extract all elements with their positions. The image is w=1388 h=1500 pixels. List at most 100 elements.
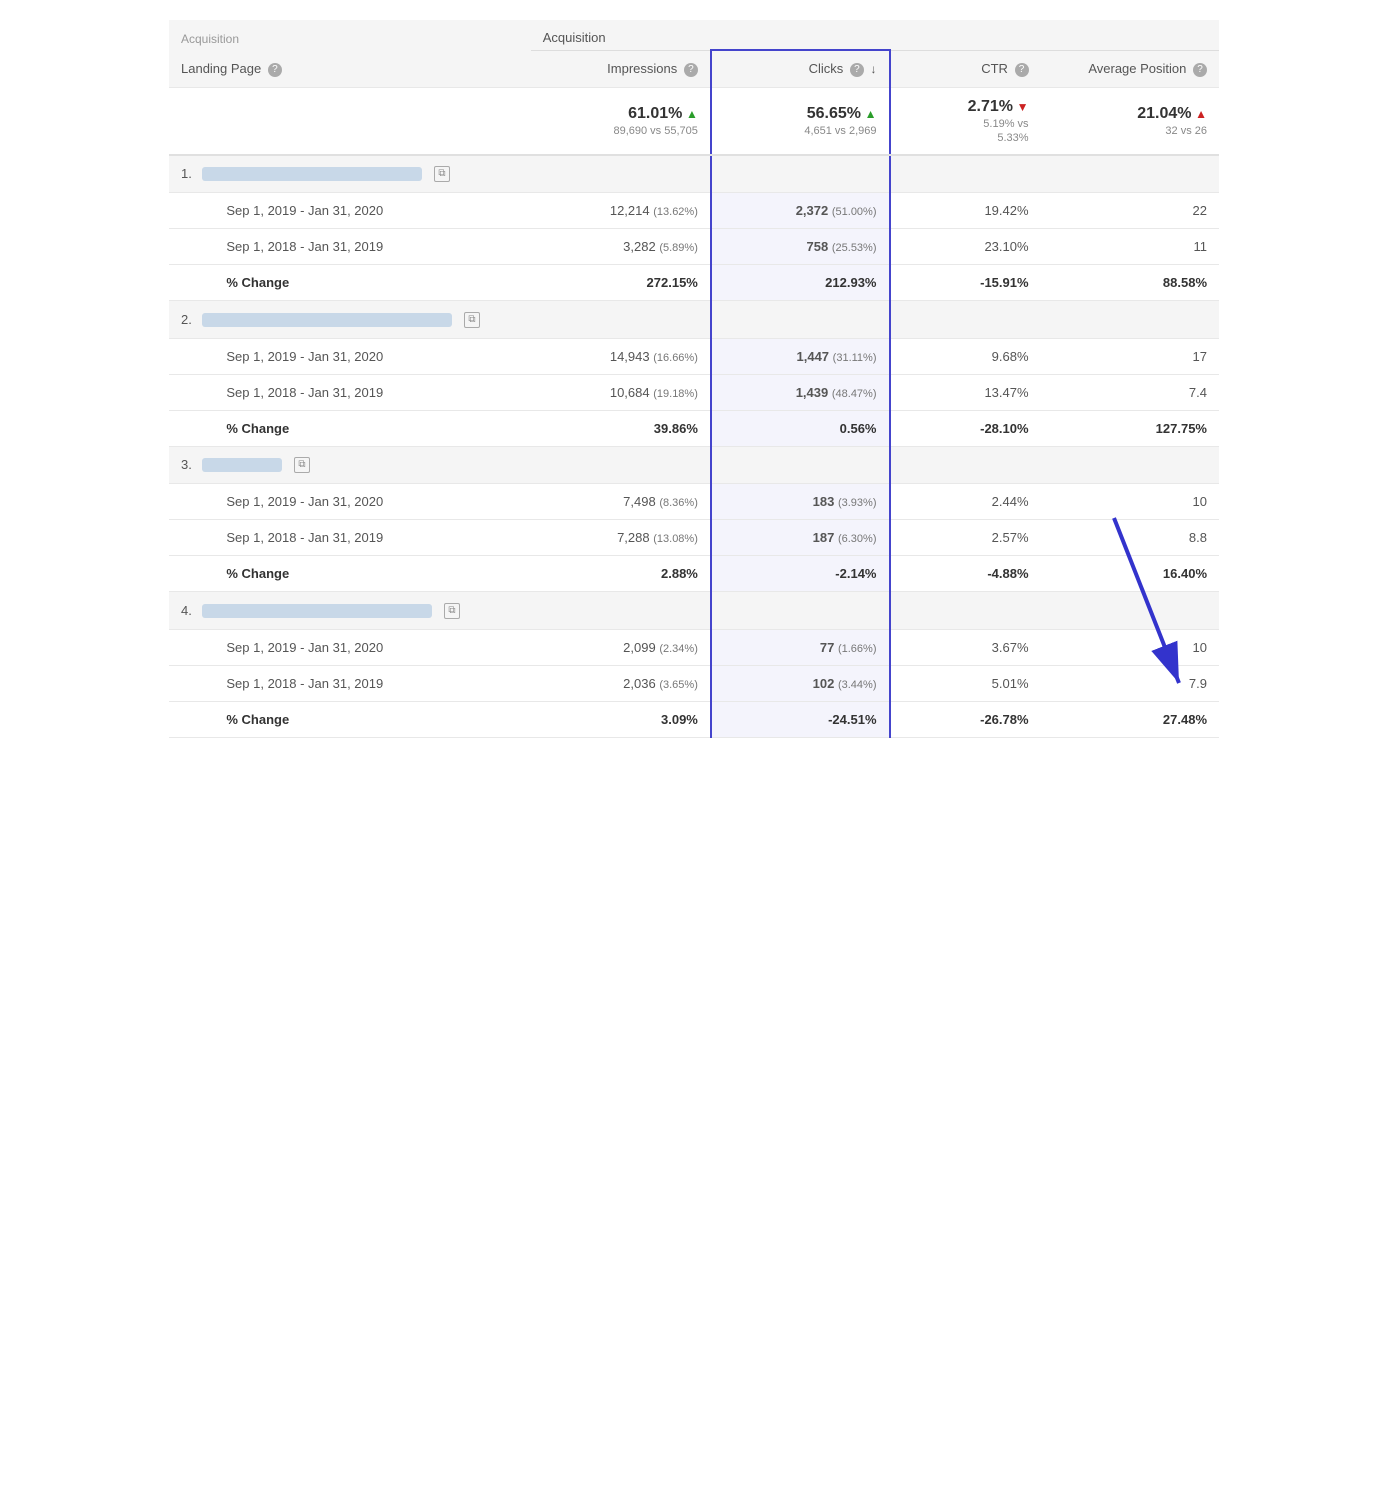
acquisition-header-label: Acquisition <box>181 32 519 46</box>
row-4-ctr-blank <box>890 592 1041 630</box>
row-4-date2-ctr: 5.01% <box>890 665 1041 701</box>
row-index-2: 2. <box>169 301 198 339</box>
landing-page-help-icon[interactable]: ? <box>268 63 282 77</box>
summary-impressions: 61.01% ▲ 89,690 vs 55,705 <box>531 87 711 155</box>
row-4-date1-label: Sep 1, 2019 - Jan 31, 2020 <box>198 629 530 665</box>
row-3-impressions-blank <box>531 446 711 484</box>
copy-icon-2[interactable]: ⧉ <box>464 312 480 328</box>
table-row: % Change 2.88% -2.14% -4.88% 16.40% <box>169 556 1219 592</box>
row-1-date1-clicks: 2,372 (51.00%) <box>711 193 890 229</box>
row-2-impressions-blank <box>531 301 711 339</box>
row-1-date2-impressions: 3,282 (5.89%) <box>531 229 711 265</box>
copy-icon-1[interactable]: ⧉ <box>434 166 450 182</box>
row-1-date1-impressions: 12,214 (13.62%) <box>531 193 711 229</box>
row-3-change-impressions: 2.88% <box>531 556 711 592</box>
row-1-landing-page: ⧉ <box>198 155 530 193</box>
row-2-change-ctr: -28.10% <box>890 410 1041 446</box>
table-row: Sep 1, 2018 - Jan 31, 2019 10,684 (19.18… <box>169 374 1219 410</box>
row-3-change-clicks: -2.14% <box>711 556 890 592</box>
row-4-change-impressions: 3.09% <box>531 701 711 737</box>
row-1-change-clicks: 212.93% <box>711 265 890 301</box>
row-3-change-avg: 16.40% <box>1041 556 1219 592</box>
blurred-url-4 <box>202 604 432 618</box>
table-row: Sep 1, 2019 - Jan 31, 2020 7,498 (8.36%)… <box>169 484 1219 520</box>
clicks-header: Clicks ? ↓ <box>711 50 890 87</box>
impressions-header: Impressions ? <box>531 50 711 87</box>
row-3-ctr-blank <box>890 446 1041 484</box>
row-2-date1-clicks: 1,447 (31.11%) <box>711 338 890 374</box>
row-1-date1-avg: 22 <box>1041 193 1219 229</box>
row-4-change-clicks: -24.51% <box>711 701 890 737</box>
summary-clicks: 56.65% ▲ 4,651 vs 2,969 <box>711 87 890 155</box>
row-2-avg-blank <box>1041 301 1219 339</box>
row-3-date1-ctr: 2.44% <box>890 484 1041 520</box>
ctr-down-arrow: ▼ <box>1017 100 1029 114</box>
blurred-url-1 <box>202 167 422 181</box>
row-1-date2-clicks: 758 (25.53%) <box>711 229 890 265</box>
row-3-date1-impressions: 7,498 (8.36%) <box>531 484 711 520</box>
landing-page-header: Landing Page ? <box>169 50 531 87</box>
row-index-4: 4. <box>169 592 198 630</box>
row-4-date2-clicks: 102 (3.44%) <box>711 665 890 701</box>
table-row: Sep 1, 2019 - Jan 31, 2020 2,099 (2.34%)… <box>169 629 1219 665</box>
table-row: 4. ⧉ <box>169 592 1219 630</box>
clicks-help-icon[interactable]: ? <box>850 63 864 77</box>
row-2-landing-page: ⧉ <box>198 301 530 339</box>
acquisition-group-label: Acquisition <box>531 20 1219 50</box>
copy-icon-3[interactable]: ⧉ <box>294 457 310 473</box>
row-4-date2-label: Sep 1, 2018 - Jan 31, 2019 <box>198 665 530 701</box>
ctr-header: CTR ? <box>890 50 1041 87</box>
avg-position-header: Average Position ? <box>1041 50 1219 87</box>
row-index-3: 3. <box>169 446 198 484</box>
row-1-change-ctr: -15.91% <box>890 265 1041 301</box>
row-1-ctr-blank <box>890 155 1041 193</box>
blurred-url-2 <box>202 313 452 327</box>
row-2-date2-avg: 7.4 <box>1041 374 1219 410</box>
row-3-clicks-blank <box>711 446 890 484</box>
row-2-date1-avg: 17 <box>1041 338 1219 374</box>
table-row: 2. ⧉ <box>169 301 1219 339</box>
row-3-avg-blank <box>1041 446 1219 484</box>
row-3-date2-ctr: 2.57% <box>890 520 1041 556</box>
row-3-change-ctr: -4.88% <box>890 556 1041 592</box>
row-2-date2-ctr: 13.47% <box>890 374 1041 410</box>
row-2-date2-clicks: 1,439 (48.47%) <box>711 374 890 410</box>
avg-pos-up-arrow: ▲ <box>1195 107 1207 121</box>
impressions-up-arrow: ▲ <box>686 107 698 121</box>
row-3-landing-page: ⧉ <box>198 446 530 484</box>
row-2-change-impressions: 39.86% <box>531 410 711 446</box>
row-4-date2-impressions: 2,036 (3.65%) <box>531 665 711 701</box>
table-row: % Change 39.86% 0.56% -28.10% 127.75% <box>169 410 1219 446</box>
row-3-change-label: % Change <box>198 556 530 592</box>
row-3-date1-avg: 10 <box>1041 484 1219 520</box>
row-4-clicks-blank <box>711 592 890 630</box>
row-2-ctr-blank <box>890 301 1041 339</box>
row-1-clicks-blank <box>711 155 890 193</box>
row-3-date2-label: Sep 1, 2018 - Jan 31, 2019 <box>198 520 530 556</box>
row-1-date2-avg: 11 <box>1041 229 1219 265</box>
table-row: Sep 1, 2018 - Jan 31, 2019 7,288 (13.08%… <box>169 520 1219 556</box>
row-4-impressions-blank <box>531 592 711 630</box>
row-2-date1-ctr: 9.68% <box>890 338 1041 374</box>
copy-icon-4[interactable]: ⧉ <box>444 603 460 619</box>
row-3-date1-label: Sep 1, 2019 - Jan 31, 2020 <box>198 484 530 520</box>
row-4-landing-page: ⧉ <box>198 592 530 630</box>
row-3-date2-clicks: 187 (6.30%) <box>711 520 890 556</box>
row-index-1: 1. <box>169 155 198 193</box>
row-1-avg-blank <box>1041 155 1219 193</box>
table-row: Sep 1, 2019 - Jan 31, 2020 12,214 (13.62… <box>169 193 1219 229</box>
table-row: % Change 3.09% -24.51% -26.78% 27.48% <box>169 701 1219 737</box>
row-4-change-label: % Change <box>198 701 530 737</box>
sort-arrow-icon[interactable]: ↓ <box>871 62 877 76</box>
row-3-date2-avg: 8.8 <box>1041 520 1219 556</box>
row-4-avg-blank <box>1041 592 1219 630</box>
ctr-help-icon[interactable]: ? <box>1015 63 1029 77</box>
table-row: 1. ⧉ <box>169 155 1219 193</box>
impressions-help-icon[interactable]: ? <box>684 63 698 77</box>
table-row: % Change 272.15% 212.93% -15.91% 88.58% <box>169 265 1219 301</box>
avg-position-help-icon[interactable]: ? <box>1193 63 1207 77</box>
row-3-date1-clicks: 183 (3.93%) <box>711 484 890 520</box>
row-4-change-avg: 27.48% <box>1041 701 1219 737</box>
row-2-change-clicks: 0.56% <box>711 410 890 446</box>
summary-avg-position: 21.04% ▲ 32 vs 26 <box>1041 87 1219 155</box>
